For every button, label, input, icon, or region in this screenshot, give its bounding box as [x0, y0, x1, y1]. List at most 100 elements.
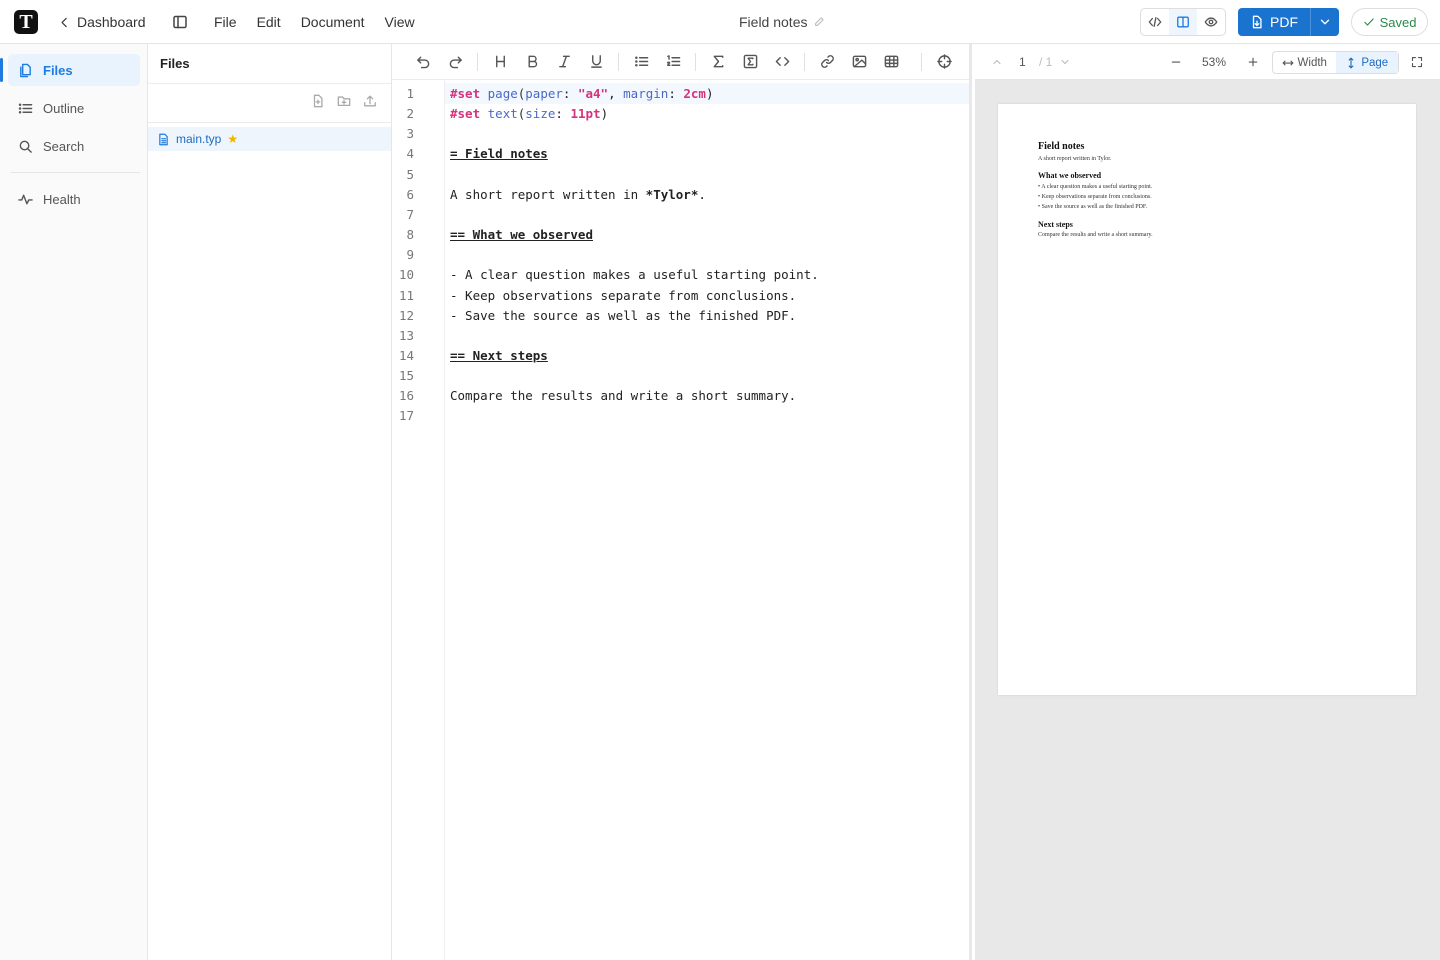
code-line[interactable]: == Next steps [446, 346, 548, 366]
menu-bar: File Edit Document View [214, 12, 415, 32]
plus-icon [1248, 57, 1258, 67]
new-file-icon[interactable] [311, 94, 325, 108]
code-line[interactable] [446, 366, 450, 386]
pdf-section-heading: Next steps [1038, 220, 1073, 229]
prev-page-button[interactable] [991, 44, 1003, 80]
pdf-bullet-text: Save the source as well as the finished … [1041, 204, 1148, 210]
table-button[interactable] [875, 49, 907, 75]
pdf-export-dropdown[interactable] [1311, 8, 1339, 36]
menu-view[interactable]: View [385, 12, 415, 32]
fit-page-button[interactable]: Page [1335, 52, 1398, 73]
line-number-gutter: 1 2 3 4 5 6 7 8 9 10 11 12 13 14 15 16 17 [392, 80, 445, 960]
document-title[interactable]: Field notes [739, 12, 825, 32]
split-view-button[interactable] [1169, 9, 1197, 35]
code-line[interactable]: - Keep observations separate from conclu… [446, 286, 796, 306]
menu-edit[interactable]: Edit [257, 12, 281, 32]
sidebar-item-files[interactable]: Files [0, 54, 140, 86]
menu-document[interactable]: Document [301, 12, 365, 32]
code-line[interactable]: #set text(size: 11pt) [446, 104, 608, 124]
math-button[interactable] [702, 49, 734, 75]
numbered-list-icon [666, 55, 680, 66]
link-button[interactable] [811, 49, 843, 75]
code-icon [775, 57, 789, 66]
line-number: 8 [406, 227, 414, 243]
sidebar-item-health[interactable]: Health [8, 183, 140, 215]
code-view-button[interactable] [1141, 9, 1169, 35]
math-block-button[interactable] [734, 49, 766, 75]
code-icon [1148, 16, 1162, 28]
code-line[interactable]: Compare the results and write a short su… [446, 386, 796, 406]
zoom-out-button[interactable] [1170, 44, 1182, 80]
image-button[interactable] [843, 49, 875, 75]
pdf-bullet-text: A clear question makes a useful starting… [1041, 184, 1153, 190]
underline-icon [590, 55, 602, 68]
sidebar-item-search[interactable]: Search [8, 130, 140, 162]
back-to-dashboard-link[interactable]: Dashboard [58, 12, 146, 32]
sidebar-item-outline[interactable]: Outline [8, 92, 140, 124]
chevron-down-icon [1061, 59, 1069, 65]
undo-button[interactable] [407, 49, 439, 75]
fit-width-button[interactable]: Width [1273, 52, 1336, 73]
pdf-label: PDF [1270, 14, 1298, 30]
pencil-icon[interactable] [813, 16, 825, 28]
editor-toolbar [392, 44, 969, 80]
code-line[interactable]: #set page(paper: "a4", margin: 2cm) [446, 84, 713, 104]
bold-icon [528, 55, 537, 68]
star-icon[interactable]: ★ [227, 132, 238, 146]
menu-file[interactable]: File [214, 12, 237, 32]
code-line[interactable] [446, 124, 450, 144]
code-line[interactable] [446, 165, 450, 185]
underline-button[interactable] [580, 49, 612, 75]
files-panel: Files main.typ ★ [148, 44, 392, 960]
top-bar: T Dashboard File Edit Document View Fiel… [0, 0, 1440, 44]
redo-button[interactable] [439, 49, 471, 75]
pdf-export-main[interactable]: PDF [1238, 8, 1311, 36]
app-logo[interactable]: T [14, 10, 38, 34]
code-button[interactable] [766, 49, 798, 75]
numbered-list-button[interactable] [657, 49, 689, 75]
bullet-list-button[interactable] [625, 49, 657, 75]
file-item-main-typ[interactable]: main.typ ★ [148, 127, 391, 151]
sidebar-toggle-button[interactable] [171, 12, 189, 32]
fullscreen-icon [1411, 56, 1423, 68]
sidebar-item-label: Outline [43, 100, 85, 116]
code-line[interactable] [446, 326, 450, 346]
code-line[interactable]: A short report written in *Tylor*. [446, 185, 706, 205]
preview-view-button[interactable] [1197, 9, 1225, 35]
code-line[interactable]: - A clear question makes a useful starti… [446, 265, 819, 285]
files-panel-title: Files [148, 44, 391, 84]
code-line[interactable] [446, 205, 450, 225]
code-line[interactable] [446, 406, 450, 426]
italic-button[interactable] [548, 49, 580, 75]
undo-icon [416, 56, 429, 69]
page-number-input[interactable]: 1 [1019, 44, 1026, 80]
file-download-icon [1252, 15, 1262, 29]
next-page-button[interactable] [1059, 44, 1071, 80]
page-total: / 1 [1039, 55, 1053, 69]
toolbar-divider [921, 52, 922, 71]
arrows-vertical-icon [1348, 57, 1354, 68]
save-status-badge: Saved [1351, 8, 1428, 36]
crosshair-button[interactable] [928, 49, 960, 75]
line-number: 5 [406, 166, 414, 182]
new-folder-icon[interactable] [337, 94, 351, 108]
sidebar-item-label: Search [43, 138, 85, 154]
code-line[interactable]: = Field notes [446, 144, 548, 164]
fullscreen-button[interactable] [1411, 44, 1423, 80]
left-sidebar: Files Outline Search Health [0, 44, 148, 960]
line-number: 2 [406, 106, 414, 122]
save-status-text: Saved [1379, 14, 1417, 30]
line-number: 9 [406, 247, 414, 263]
bold-button[interactable] [516, 49, 548, 75]
code-area[interactable]: #set page(paper: "a4", margin: 2cm) #set … [446, 80, 969, 960]
line-number: 1 [406, 86, 414, 101]
code-line[interactable]: == What we observed [446, 225, 593, 245]
code-line[interactable]: - Save the source as well as the finishe… [446, 306, 796, 326]
zoom-level[interactable]: 53% [1202, 44, 1226, 80]
minus-icon [1171, 61, 1181, 63]
heading-button[interactable] [484, 49, 516, 75]
zoom-in-button[interactable] [1247, 44, 1259, 80]
upload-icon[interactable] [363, 94, 377, 108]
code-line[interactable] [446, 245, 450, 265]
bullet-list-icon [634, 56, 648, 67]
